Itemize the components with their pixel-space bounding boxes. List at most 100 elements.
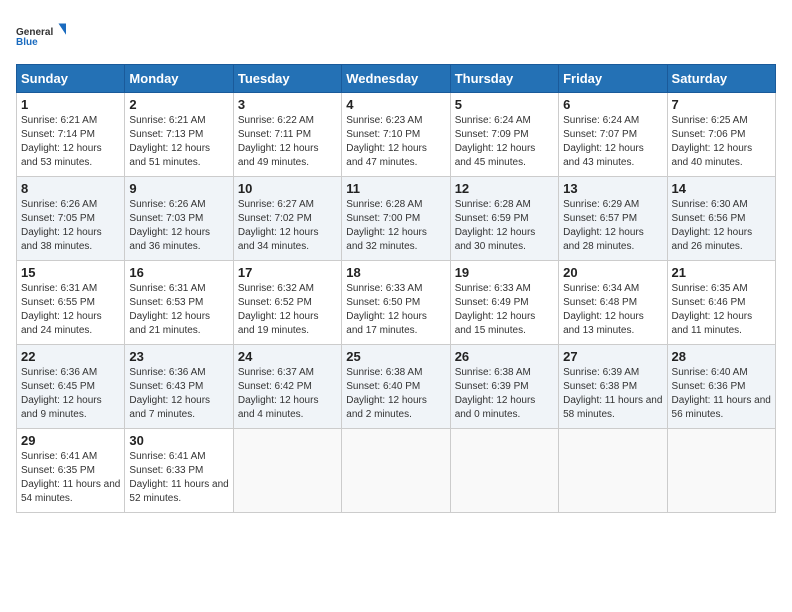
calendar-week-4: 22 Sunrise: 6:36 AMSunset: 6:45 PMDayligh… [17,345,776,429]
calendar-cell: 30 Sunrise: 6:41 AMSunset: 6:33 PMDayligh… [125,429,233,513]
day-number: 2 [129,97,228,112]
day-info: Sunrise: 6:21 AMSunset: 7:14 PMDaylight:… [21,115,102,168]
header-sunday: Sunday [17,65,125,93]
day-number: 29 [21,433,120,448]
calendar-cell: 29Sunrise: 6:41 AMSunset: 6:35 PMDayligh… [17,429,125,513]
calendar-cell: 17Sunrise: 6:32 AMSunset: 6:52 PMDayligh… [233,261,341,345]
day-info: Sunrise: 6:23 AMSunset: 7:10 PMDaylight:… [346,115,427,168]
day-number: 12 [455,181,554,196]
day-info: Sunrise: 6:30 AMSunset: 6:56 PMDaylight:… [672,199,753,252]
day-info: Sunrise: 6:31 AMSunset: 6:55 PMDaylight:… [21,283,102,336]
day-number: 1 [21,97,120,112]
day-info: Sunrise: 6:24 AMSunset: 7:09 PMDaylight:… [455,115,536,168]
day-number: 15 [21,265,120,280]
day-number: 9 [129,181,228,196]
calendar-cell: 26Sunrise: 6:38 AMSunset: 6:39 PMDayligh… [450,345,558,429]
day-info: Sunrise: 6:33 AMSunset: 6:49 PMDaylight:… [455,283,536,336]
day-number: 7 [672,97,771,112]
calendar-cell: 11 Sunrise: 6:28 AMSunset: 7:00 PMDayligh… [342,177,450,261]
day-number: 11 [346,181,445,196]
day-number: 28 [672,349,771,364]
calendar-week-1: 1 Sunrise: 6:21 AMSunset: 7:14 PMDaylight… [17,93,776,177]
calendar-cell: 14 Sunrise: 6:30 AMSunset: 6:56 PMDayligh… [667,177,775,261]
day-number: 25 [346,349,445,364]
calendar-cell: 12 Sunrise: 6:28 AMSunset: 6:59 PMDayligh… [450,177,558,261]
day-info: Sunrise: 6:25 AMSunset: 7:06 PMDaylight:… [672,115,753,168]
calendar-cell: 3 Sunrise: 6:22 AMSunset: 7:11 PMDaylight… [233,93,341,177]
day-number: 30 [129,433,228,448]
day-info: Sunrise: 6:28 AMSunset: 6:59 PMDaylight:… [455,199,536,252]
day-number: 5 [455,97,554,112]
calendar-cell: 28Sunrise: 6:40 AMSunset: 6:36 PMDayligh… [667,345,775,429]
calendar-cell: 6 Sunrise: 6:24 AMSunset: 7:07 PMDaylight… [559,93,667,177]
calendar-cell: 5 Sunrise: 6:24 AMSunset: 7:09 PMDaylight… [450,93,558,177]
calendar-cell: 1 Sunrise: 6:21 AMSunset: 7:14 PMDaylight… [17,93,125,177]
svg-text:General: General [16,27,53,38]
calendar-cell: 9 Sunrise: 6:26 AMSunset: 7:03 PMDaylight… [125,177,233,261]
header-monday: Monday [125,65,233,93]
calendar-cell: 7 Sunrise: 6:25 AMSunset: 7:06 PMDaylight… [667,93,775,177]
day-number: 8 [21,181,120,196]
day-info: Sunrise: 6:39 AMSunset: 6:38 PMDaylight:… [563,367,662,420]
day-number: 18 [346,265,445,280]
header-thursday: Thursday [450,65,558,93]
calendar-cell [667,429,775,513]
calendar-cell [559,429,667,513]
calendar-cell: 23 Sunrise: 6:36 AMSunset: 6:43 PMDayligh… [125,345,233,429]
calendar-week-5: 29Sunrise: 6:41 AMSunset: 6:35 PMDayligh… [17,429,776,513]
calendar-cell: 22 Sunrise: 6:36 AMSunset: 6:45 PMDayligh… [17,345,125,429]
day-info: Sunrise: 6:29 AMSunset: 6:57 PMDaylight:… [563,199,644,252]
calendar-cell: 19 Sunrise: 6:33 AMSunset: 6:49 PMDayligh… [450,261,558,345]
day-number: 24 [238,349,337,364]
day-info: Sunrise: 6:34 AMSunset: 6:48 PMDaylight:… [563,283,644,336]
day-info: Sunrise: 6:35 AMSunset: 6:46 PMDaylight:… [672,283,753,336]
day-info: Sunrise: 6:24 AMSunset: 7:07 PMDaylight:… [563,115,644,168]
calendar-cell: 16 Sunrise: 6:31 AMSunset: 6:53 PMDayligh… [125,261,233,345]
day-number: 14 [672,181,771,196]
calendar-header-row: SundayMondayTuesdayWednesdayThursdayFrid… [17,65,776,93]
calendar-cell: 24 Sunrise: 6:37 AMSunset: 6:42 PMDayligh… [233,345,341,429]
calendar-cell: 27 Sunrise: 6:39 AMSunset: 6:38 PMDayligh… [559,345,667,429]
header-wednesday: Wednesday [342,65,450,93]
calendar-cell [342,429,450,513]
day-info: Sunrise: 6:36 AMSunset: 6:43 PMDaylight:… [129,367,210,420]
calendar-cell: 25Sunrise: 6:38 AMSunset: 6:40 PMDayligh… [342,345,450,429]
header-saturday: Saturday [667,65,775,93]
calendar-cell: 10Sunrise: 6:27 AMSunset: 7:02 PMDayligh… [233,177,341,261]
header-friday: Friday [559,65,667,93]
calendar-cell [233,429,341,513]
day-number: 20 [563,265,662,280]
calendar-table: SundayMondayTuesdayWednesdayThursdayFrid… [16,64,776,513]
calendar-cell: 4 Sunrise: 6:23 AMSunset: 7:10 PMDaylight… [342,93,450,177]
calendar-week-2: 8 Sunrise: 6:26 AMSunset: 7:05 PMDaylight… [17,177,776,261]
day-info: Sunrise: 6:21 AMSunset: 7:13 PMDaylight:… [129,115,210,168]
day-info: Sunrise: 6:26 AMSunset: 7:03 PMDaylight:… [129,199,210,252]
day-info: Sunrise: 6:36 AMSunset: 6:45 PMDaylight:… [21,367,102,420]
day-number: 16 [129,265,228,280]
day-info: Sunrise: 6:22 AMSunset: 7:11 PMDaylight:… [238,115,319,168]
day-info: Sunrise: 6:33 AMSunset: 6:50 PMDaylight:… [346,283,427,336]
day-number: 19 [455,265,554,280]
calendar-cell: 21 Sunrise: 6:35 AMSunset: 6:46 PMDayligh… [667,261,775,345]
day-number: 6 [563,97,662,112]
calendar-cell: 15 Sunrise: 6:31 AMSunset: 6:55 PMDayligh… [17,261,125,345]
day-number: 13 [563,181,662,196]
day-info: Sunrise: 6:28 AMSunset: 7:00 PMDaylight:… [346,199,427,252]
day-number: 23 [129,349,228,364]
day-info: Sunrise: 6:31 AMSunset: 6:53 PMDaylight:… [129,283,210,336]
header-tuesday: Tuesday [233,65,341,93]
calendar-cell: 2 Sunrise: 6:21 AMSunset: 7:13 PMDaylight… [125,93,233,177]
calendar-cell: 13 Sunrise: 6:29 AMSunset: 6:57 PMDayligh… [559,177,667,261]
logo: General Blue [16,16,66,56]
day-number: 3 [238,97,337,112]
svg-text:Blue: Blue [16,37,38,48]
day-info: Sunrise: 6:41 AMSunset: 6:33 PMDaylight:… [129,451,228,504]
day-info: Sunrise: 6:37 AMSunset: 6:42 PMDaylight:… [238,367,319,420]
calendar-cell: 18 Sunrise: 6:33 AMSunset: 6:50 PMDayligh… [342,261,450,345]
day-number: 27 [563,349,662,364]
page-header: General Blue [16,16,776,56]
day-number: 21 [672,265,771,280]
day-info: Sunrise: 6:26 AMSunset: 7:05 PMDaylight:… [21,199,102,252]
day-number: 22 [21,349,120,364]
day-number: 4 [346,97,445,112]
